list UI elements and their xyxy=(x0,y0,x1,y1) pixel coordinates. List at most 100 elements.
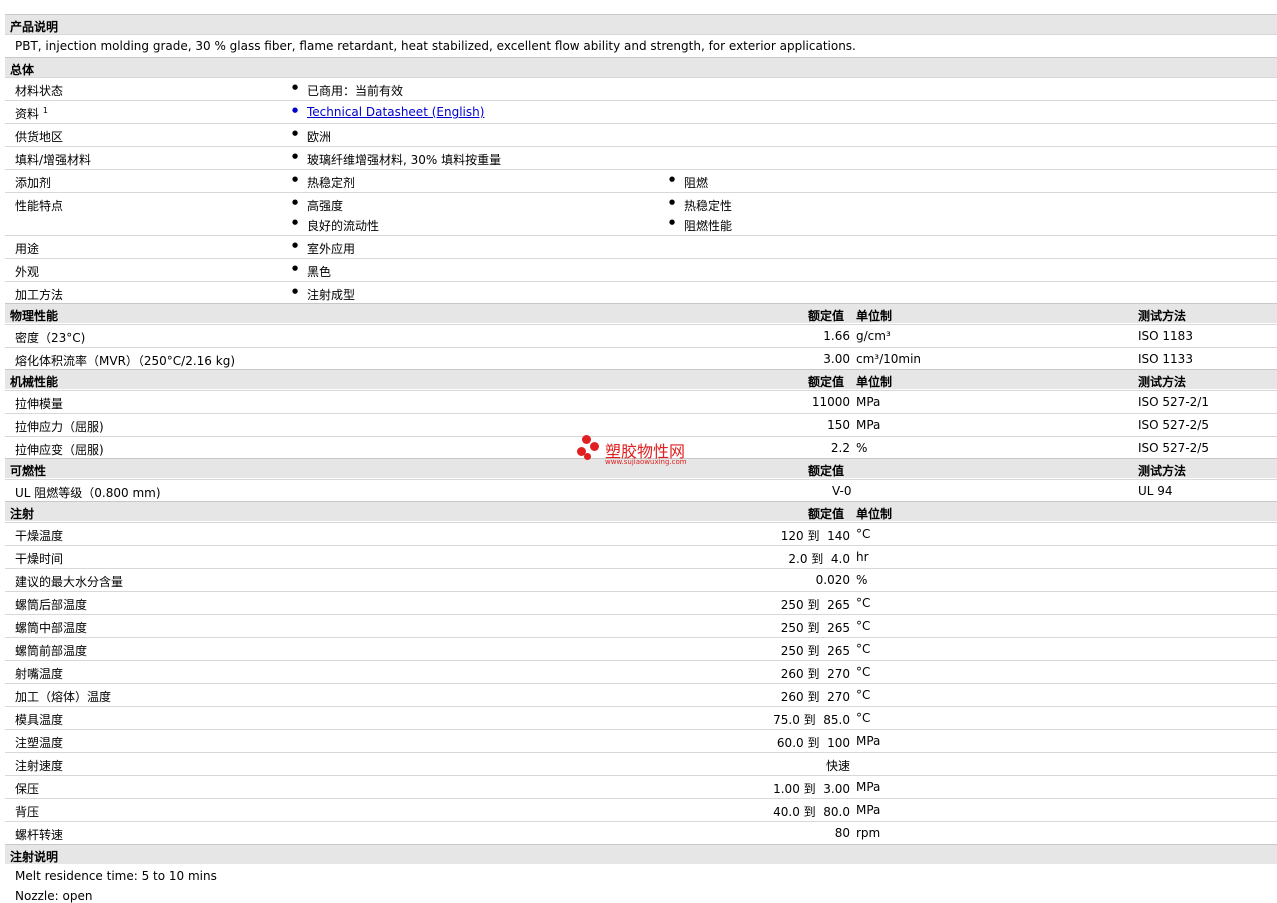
row-value: 75.0 到 85.0 xyxy=(773,713,850,727)
section-title: 产品说明 xyxy=(10,20,59,34)
row-value: 250 到 265 xyxy=(780,644,850,658)
injection-row: 干燥温度 120 到 140 °C xyxy=(5,522,1277,545)
row-label: 供货地区 xyxy=(15,130,64,144)
row-unit: g/cm³ xyxy=(856,329,891,343)
row-label: 用途 xyxy=(15,242,40,256)
row-method: ISO 527-2/5 xyxy=(1138,441,1209,455)
column-header-value: 额定值 xyxy=(808,507,845,521)
column-header-unit: 单位制 xyxy=(856,375,893,389)
row-value: 0.020 xyxy=(815,573,850,587)
column-header-unit: 单位制 xyxy=(856,309,893,323)
row-value: 已商用：当前有效 xyxy=(292,82,403,99)
row-value: 黑色 xyxy=(292,263,331,280)
injection-row: 射嘴温度 260 到 270 °C xyxy=(5,660,1277,683)
row-label: 填料/增强材料 xyxy=(15,153,92,167)
row-value: V-0 xyxy=(832,484,852,498)
section-title: 机械性能 xyxy=(10,375,59,389)
row-label: 材料状态 xyxy=(15,84,64,98)
row-label: 性能特点 xyxy=(15,199,64,213)
row-label: 干燥温度 xyxy=(15,529,64,543)
general-row: 填料/增强材料 玻璃纤维增强材料, 30% 填料按重量 xyxy=(5,146,1277,169)
row-label: 建议的最大水分含量 xyxy=(15,575,124,589)
row-unit: MPa xyxy=(856,395,881,409)
row-label: 拉伸应变（屈服) xyxy=(15,443,104,457)
row-unit: hr xyxy=(856,550,869,564)
row-label: 螺筒后部温度 xyxy=(15,598,88,612)
row-unit: °C xyxy=(856,665,871,679)
general-row: 添加剂 热稳定剂 阻燃 xyxy=(5,169,1277,192)
row-value: 150 xyxy=(827,418,850,432)
row-value: 玻璃纤维增强材料, 30% 填料按重量 xyxy=(292,151,501,168)
general-row: 外观 黑色 xyxy=(5,258,1277,281)
row-value: 阻燃性能 xyxy=(669,217,732,234)
logo-dots-icon xyxy=(576,433,602,465)
row-value: 1.00 到 3.00 xyxy=(773,782,850,796)
injection-row: 保压 1.00 到 3.00 MPa xyxy=(5,775,1277,798)
row-label: 干燥时间 xyxy=(15,552,64,566)
section-title: 可燃性 xyxy=(10,464,47,478)
note-line: Nozzle: open xyxy=(15,889,93,903)
row-unit: °C xyxy=(856,619,871,633)
row-unit: °C xyxy=(856,642,871,656)
injection-row: 螺筒后部温度 250 到 265 °C xyxy=(5,591,1277,614)
row-method: ISO 527-2/5 xyxy=(1138,418,1209,432)
row-unit: °C xyxy=(856,711,871,725)
row-unit: MPa xyxy=(856,780,881,794)
footnote-marker: 1 xyxy=(42,106,48,115)
row-unit: cm³/10min xyxy=(856,352,922,366)
row-unit: MPa xyxy=(856,418,881,432)
injection-row: 螺杆转速 80 rpm xyxy=(5,821,1277,844)
technical-datasheet-link[interactable]: Technical Datasheet (English) xyxy=(292,105,484,119)
row-value: 热稳定性 xyxy=(669,197,732,214)
row-value: 60.0 到 100 xyxy=(776,736,850,750)
general-row: 性能特点 高强度 热稳定性 良好的流动性 阻燃性能 xyxy=(5,192,1277,235)
row-value: 3.00 xyxy=(823,352,850,366)
row-value: 快速 xyxy=(825,759,850,773)
description-text: PBT, injection molding grade, 30 % glass… xyxy=(15,39,856,53)
note-line: Melt residence time: 5 to 10 mins xyxy=(15,869,217,883)
row-value: 热稳定剂 xyxy=(292,174,355,191)
section-header-desc: 产品说明 xyxy=(5,14,1277,34)
row-value: 高强度 xyxy=(292,197,343,214)
row-label: 螺杆转速 xyxy=(15,828,64,842)
injection-row: 螺筒前部温度 250 到 265 °C xyxy=(5,637,1277,660)
row-value: 260 到 270 xyxy=(780,667,850,681)
row-value: 2.0 到 4.0 xyxy=(788,552,850,566)
injection-row: 注塑温度 60.0 到 100 MPa xyxy=(5,729,1277,752)
section-header-injection: 注射 额定值 单位制 xyxy=(5,501,1277,521)
row-value: 120 到 140 xyxy=(780,529,850,543)
row-unit: % xyxy=(856,441,868,455)
flammability-row: UL 阻燃等级（0.800 mm) V-0 UL 94 xyxy=(5,479,1277,502)
row-unit: rpm xyxy=(856,826,881,840)
row-value: 室外应用 xyxy=(292,240,355,257)
row-label: UL 阻燃等级（0.800 mm) xyxy=(15,486,161,500)
injection-row: 螺筒中部温度 250 到 265 °C xyxy=(5,614,1277,637)
injection-row: 背压 40.0 到 80.0 MPa xyxy=(5,798,1277,821)
physical-row: 熔化体积流率（MVR）（250°C/2.16 kg) 3.00 cm³/10mi… xyxy=(5,347,1277,370)
row-value: 260 到 270 xyxy=(780,690,850,704)
row-label: 注塑温度 xyxy=(15,736,64,750)
column-header-value: 额定值 xyxy=(808,464,845,478)
general-row: 材料状态 已商用：当前有效 xyxy=(5,77,1277,100)
row-label: 外观 xyxy=(15,265,40,279)
row-method: ISO 1183 xyxy=(1138,329,1193,343)
section-header-physical: 物理性能 额定值 单位制 测试方法 xyxy=(5,303,1277,323)
description-row: PBT, injection molding grade, 30 % glass… xyxy=(5,34,1277,57)
row-unit: % xyxy=(856,573,868,587)
section-title: 注射说明 xyxy=(10,850,59,864)
mechanical-row: 拉伸模量 11000 MPa ISO 527-2/1 xyxy=(5,390,1277,413)
row-unit: °C xyxy=(856,688,871,702)
mechanical-row: 拉伸应力（屈服) 150 MPa ISO 527-2/5 xyxy=(5,413,1277,436)
row-label: 射嘴温度 xyxy=(15,667,64,681)
row-label: 加工（熔体）温度 xyxy=(15,690,112,704)
general-row: 供货地区 欧洲 xyxy=(5,123,1277,146)
row-method: ISO 1133 xyxy=(1138,352,1193,366)
row-label: 资料 1 xyxy=(15,106,48,121)
injection-row: 干燥时间 2.0 到 4.0 hr xyxy=(5,545,1277,568)
general-row: 加工方法 注射成型 xyxy=(5,281,1277,304)
column-header-method: 测试方法 xyxy=(1138,464,1187,478)
section-title: 总体 xyxy=(10,63,35,77)
row-value: 良好的流动性 xyxy=(292,217,379,234)
row-label: 拉伸应力（屈服) xyxy=(15,420,104,434)
row-label: 注射速度 xyxy=(15,759,64,773)
